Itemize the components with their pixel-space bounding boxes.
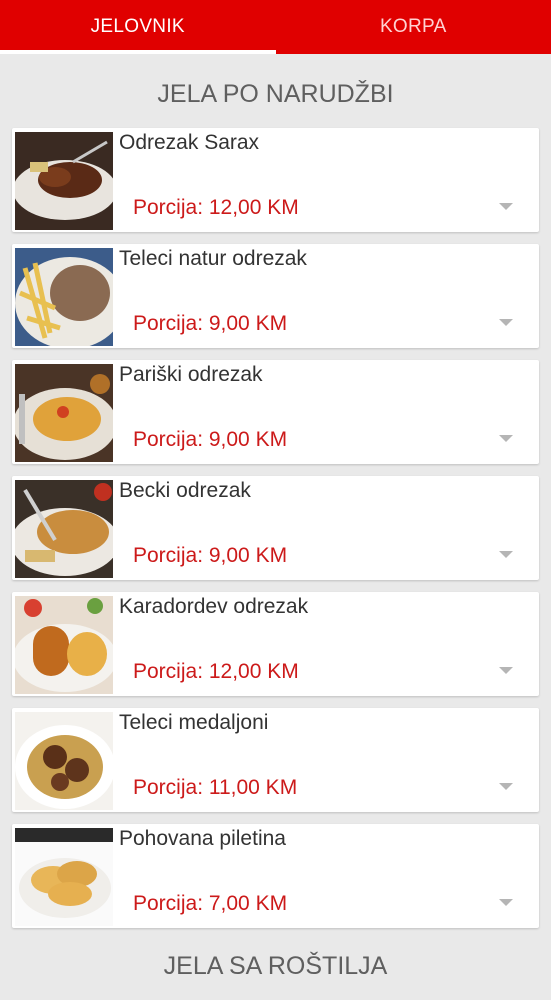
section-title-jela-po-narudzbi: JELA PO NARUDŽBI bbox=[157, 80, 394, 108]
schnitzel-photo bbox=[15, 480, 113, 578]
tab-korpa[interactable]: KORPA bbox=[276, 0, 551, 54]
item-price: Porcija: 12,00 KM bbox=[133, 660, 299, 683]
item-price: Porcija: 12,00 KM bbox=[133, 196, 299, 219]
menu-list: Odrezak Sarax Porcija: 12,00 KM Teleci n… bbox=[12, 128, 539, 940]
chevron-down-icon[interactable] bbox=[499, 203, 513, 210]
item-name: Becki odrezak bbox=[119, 479, 251, 502]
menu-item-pohovana-piletina[interactable]: Pohovana piletina Porcija: 7,00 KM bbox=[12, 824, 539, 928]
chevron-down-icon[interactable] bbox=[499, 319, 513, 326]
item-price: Porcija: 9,00 KM bbox=[133, 544, 288, 567]
breaded-cutlet-photo bbox=[15, 364, 113, 462]
menu-item-teleci-medaljoni[interactable]: Teleci medaljoni Porcija: 11,00 KM bbox=[12, 708, 539, 812]
chevron-down-icon[interactable] bbox=[499, 435, 513, 442]
section-title-jela-sa-rostilja[interactable]: JELA SA ROŠTILJA bbox=[0, 952, 551, 981]
veal-steak-with-fries-photo bbox=[15, 248, 113, 346]
item-name: Teleci medaljoni bbox=[119, 711, 269, 734]
menu-item-karadordev-odrezak[interactable]: Karadordev odrezak Porcija: 12,00 KM bbox=[12, 592, 539, 696]
medallions-pasta-photo bbox=[15, 712, 113, 810]
item-price: Porcija: 9,00 KM bbox=[133, 428, 288, 451]
item-name: Pariški odrezak bbox=[119, 363, 263, 386]
chevron-down-icon[interactable] bbox=[499, 899, 513, 906]
menu-item-pariski-odrezak[interactable]: Pariški odrezak Porcija: 9,00 KM bbox=[12, 360, 539, 464]
chevron-down-icon[interactable] bbox=[499, 783, 513, 790]
item-price: Porcija: 9,00 KM bbox=[133, 312, 288, 335]
rolled-cutlet-photo bbox=[15, 596, 113, 694]
tab-bar: JELOVNIK KORPA bbox=[0, 0, 551, 54]
item-name: Pohovana piletina bbox=[119, 827, 286, 850]
menu-item-becki-odrezak[interactable]: Becki odrezak Porcija: 9,00 KM bbox=[12, 476, 539, 580]
tab-jelovnik[interactable]: JELOVNIK bbox=[0, 0, 276, 54]
chevron-down-icon[interactable] bbox=[499, 551, 513, 558]
steak-with-sauce-photo bbox=[15, 132, 113, 230]
breaded-chicken-photo bbox=[15, 828, 113, 926]
menu-item-teleci-natur-odrezak[interactable]: Teleci natur odrezak Porcija: 9,00 KM bbox=[12, 244, 539, 348]
menu-item-odrezak-sarax[interactable]: Odrezak Sarax Porcija: 12,00 KM bbox=[12, 128, 539, 232]
item-price: Porcija: 11,00 KM bbox=[133, 776, 298, 799]
item-price: Porcija: 7,00 KM bbox=[133, 892, 288, 915]
item-name: Karadordev odrezak bbox=[119, 595, 309, 618]
chevron-down-icon[interactable] bbox=[499, 667, 513, 674]
item-name: Odrezak Sarax bbox=[119, 131, 260, 154]
item-name: Teleci natur odrezak bbox=[119, 247, 307, 270]
